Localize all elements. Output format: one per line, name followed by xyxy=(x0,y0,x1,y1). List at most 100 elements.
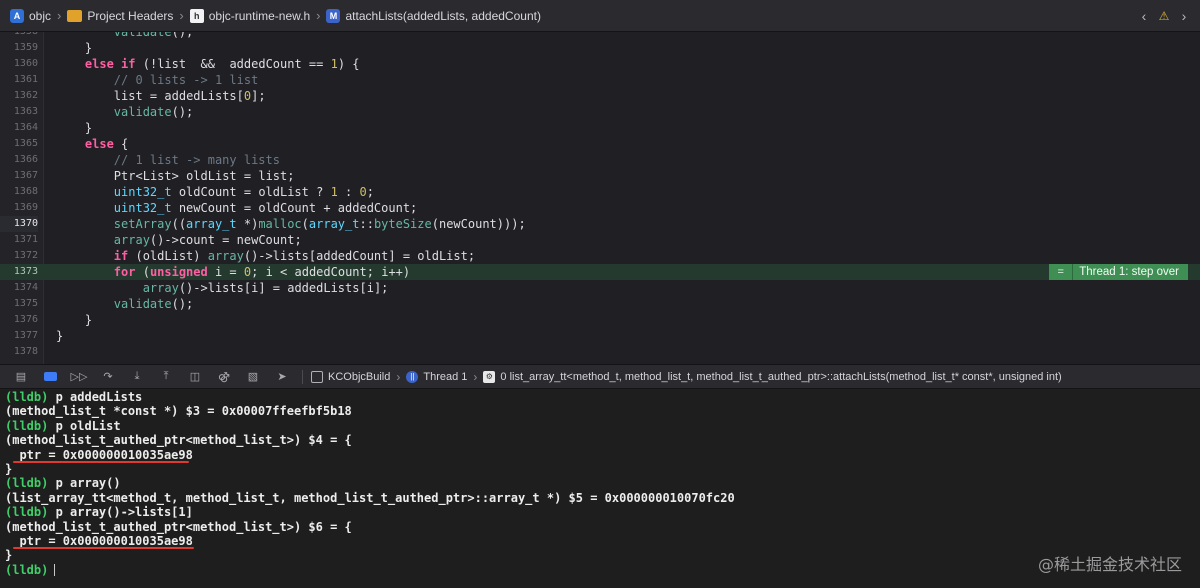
hide-debug-area-icon[interactable]: ▤ xyxy=(10,368,32,386)
code-line[interactable]: 1374 array()->lists[i] = addedLists[i]; xyxy=(0,280,1200,296)
crumb-project-label: objc xyxy=(29,8,52,23)
line-number[interactable]: 1366 xyxy=(0,152,38,168)
lldb-prompt: (lldb) xyxy=(5,505,49,520)
folder-icon xyxy=(67,9,83,22)
console-text: (list_array_tt<method_t, method_list_t, … xyxy=(5,490,735,505)
code-line[interactable]: 1373 for (unsigned i = 0; i < addedCount… xyxy=(0,264,1200,280)
line-number[interactable]: 1375 xyxy=(0,296,38,312)
code-text: } xyxy=(56,121,93,135)
code-line[interactable]: 1360 else if (!list && addedCount == 1) … xyxy=(0,56,1200,72)
project-icon: A xyxy=(10,8,24,23)
code-text: setArray((array_t *)malloc(array_t::byte… xyxy=(113,217,526,231)
code-line[interactable]: 1363 validate(); xyxy=(0,104,1200,120)
code-line[interactable]: 1366 // 1 list -> many lists xyxy=(0,152,1200,168)
line-number[interactable]: 1367 xyxy=(0,168,38,184)
environment-overrides-icon[interactable]: ▧ xyxy=(242,368,264,386)
toolbar-divider xyxy=(302,369,303,384)
line-number[interactable]: 1358 xyxy=(0,32,38,40)
crumb-group-label: Project Headers xyxy=(87,8,174,23)
line-number[interactable]: 1369 xyxy=(0,200,38,216)
line-number[interactable]: 1368 xyxy=(0,184,38,200)
simulate-location-icon[interactable]: ➤ xyxy=(271,368,293,386)
step-out-icon[interactable]: ⤒ xyxy=(155,368,177,386)
line-number[interactable]: 1364 xyxy=(0,120,38,136)
code-line[interactable]: 1368 uint32_t oldCount = oldList ? 1 : 0… xyxy=(0,184,1200,200)
continue-icon[interactable]: ▷▷ xyxy=(68,368,90,386)
console-output: (method_list_t_authed_ptr<method_list_t>… xyxy=(5,433,352,447)
code-line[interactable]: 1371 array()->count = newCount; xyxy=(0,232,1200,248)
lldb-console[interactable]: (lldb) p addedLists (method_list_t *const… xyxy=(0,389,1200,588)
line-number[interactable]: 1374 xyxy=(0,280,38,296)
code-line[interactable]: 1369 uint32_t newCount = oldCount + adde… xyxy=(0,200,1200,216)
debug-frame[interactable]: 0 list_array_tt<method_t, method_list_t,… xyxy=(500,371,1061,383)
console-text: } xyxy=(5,462,13,476)
code-text: if (oldList) array()->lists[addedCount] … xyxy=(113,249,476,263)
line-number[interactable]: 1378 xyxy=(0,344,38,360)
line-number[interactable]: 1376 xyxy=(0,312,38,328)
code-line[interactable]: 1372 if (oldList) array()->lists[addedCo… xyxy=(0,248,1200,264)
crumb-group[interactable]: Project Headers xyxy=(67,0,173,32)
debug-thread[interactable]: Thread 1 xyxy=(423,371,467,383)
code-line[interactable]: 1359 } xyxy=(0,40,1200,56)
console-text: (method_list_t *const *) $3 = 0x00007ffe… xyxy=(5,404,352,419)
line-number[interactable]: 1365 xyxy=(0,136,38,152)
chevron-left-icon[interactable]: ‹ xyxy=(1138,8,1150,24)
code-line[interactable]: 1367 Ptr<List> oldList = list; xyxy=(0,168,1200,184)
view-hierarchy-icon[interactable]: ◫ xyxy=(184,368,206,386)
code-text: // 1 list -> many lists xyxy=(113,153,280,167)
console-text: ptr = 0x000000010035ae98 xyxy=(5,534,193,548)
step-into-icon[interactable]: ⤓ xyxy=(126,368,148,386)
crumb-file[interactable]: h objc-runtime-new.h xyxy=(189,0,311,32)
breakpoints-toggle-icon[interactable] xyxy=(39,368,61,386)
code-line[interactable]: 1376 } xyxy=(0,312,1200,328)
line-number[interactable]: 1370 xyxy=(0,216,38,232)
memory-graph-icon[interactable]: ⚣ xyxy=(213,368,235,386)
debug-breadcrumb: KCObjcBuild › || Thread 1 › ⚙ 0 list_arr… xyxy=(311,370,1062,384)
line-number[interactable]: 1362 xyxy=(0,88,38,104)
console-command: (lldb) p array()->lists[1] xyxy=(5,505,193,519)
code-line[interactable]: 1378 xyxy=(0,344,1200,360)
code-line[interactable]: 1377} xyxy=(0,328,1200,344)
warning-icon[interactable]: ⚠ xyxy=(1158,9,1170,23)
line-number[interactable]: 1371 xyxy=(0,232,38,248)
target-icon xyxy=(311,370,323,383)
line-number[interactable]: 1363 xyxy=(0,104,38,120)
code-text: array()->count = newCount; xyxy=(113,233,302,247)
lldb-prompt: (lldb) xyxy=(5,390,49,404)
crumb-project[interactable]: A objc xyxy=(10,0,51,32)
crumb-method[interactable]: M attachLists(addedLists, addedCount) xyxy=(326,0,541,32)
code-line[interactable]: 1375 validate(); xyxy=(0,296,1200,312)
chevron-right-icon[interactable]: › xyxy=(1178,8,1190,24)
line-number[interactable]: 1361 xyxy=(0,72,38,88)
code-line[interactable]: 1370 setArray((array_t *)malloc(array_t:… xyxy=(0,216,1200,232)
code-line[interactable]: 1364 } xyxy=(0,120,1200,136)
line-number[interactable]: 1359 xyxy=(0,40,38,56)
line-number[interactable]: 1372 xyxy=(0,248,38,264)
thread-step-badge[interactable]: = Thread 1: step over xyxy=(1049,264,1188,280)
chevron-right-icon: › xyxy=(316,8,321,23)
chevron-right-icon: › xyxy=(473,369,478,384)
crumb-method-label: attachLists(addedLists, addedCount) xyxy=(345,8,541,23)
crumb-file-label: objc-runtime-new.h xyxy=(208,8,311,23)
console-text: ptr = 0x000000010035ae98 xyxy=(5,447,193,462)
code-text: else if (!list && addedCount == 1) { xyxy=(84,57,360,71)
text-cursor xyxy=(54,563,56,576)
line-number[interactable]: 1377 xyxy=(0,328,38,344)
console-output: (method_list_t *const *) $3 = 0x00007ffe… xyxy=(5,404,352,418)
code-text: array()->lists[i] = addedLists[i]; xyxy=(142,281,389,295)
code-text: } xyxy=(56,329,64,343)
console-text: } xyxy=(5,548,13,563)
code-line[interactable]: 1358 validate(); xyxy=(0,32,1200,40)
console-output: } xyxy=(5,548,12,562)
code-text: validate(); xyxy=(113,105,194,119)
line-number[interactable]: 1360 xyxy=(0,56,38,72)
code-line[interactable]: 1361 // 0 lists -> 1 list xyxy=(0,72,1200,88)
code-line[interactable]: 1362 list = addedLists[0]; xyxy=(0,88,1200,104)
code-text: validate(); xyxy=(113,32,194,39)
step-over-icon[interactable]: ↷ xyxy=(97,368,119,386)
source-editor[interactable]: 1358 validate();1359 }1360 else if (!lis… xyxy=(0,32,1200,364)
console-text: p array()->lists[1] xyxy=(48,505,193,520)
line-number[interactable]: 1373 xyxy=(0,264,38,280)
debug-target[interactable]: KCObjcBuild xyxy=(328,371,390,383)
code-line[interactable]: 1365 else { xyxy=(0,136,1200,152)
